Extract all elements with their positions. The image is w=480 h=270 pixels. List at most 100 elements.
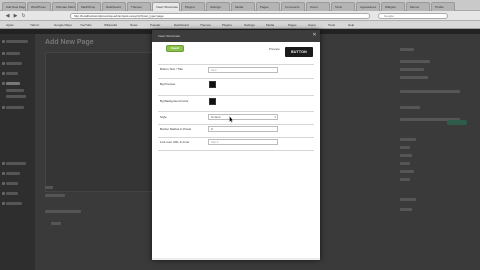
- bookmark-item[interactable]: Help: [348, 22, 354, 28]
- browser-tab-bar: Add New Page WordPress Ultimate Shortcod…: [0, 0, 480, 11]
- users-icon: [2, 182, 5, 185]
- browser-tab[interactable]: WordPress: [27, 2, 51, 11]
- sidebar-item[interactable]: [6, 202, 22, 205]
- bookmark-item[interactable]: Yahoo!: [30, 22, 39, 28]
- modal-title: Insert Shortcode: [158, 34, 181, 38]
- browser-tab[interactable]: Appearance: [356, 2, 380, 11]
- browser-tab[interactable]: Profile: [431, 2, 455, 11]
- panel-line: [400, 146, 410, 149]
- browser-tab-active[interactable]: Insert Shortcode: [152, 2, 180, 11]
- browser-tab[interactable]: Widgets: [381, 2, 405, 11]
- editor-area: [45, 52, 155, 192]
- settings-icon: [2, 202, 5, 205]
- forward-icon[interactable]: ▶: [12, 13, 19, 19]
- sidebar-item[interactable]: [6, 182, 18, 185]
- panel-line: [400, 60, 430, 63]
- bookmark-item[interactable]: Themes: [200, 22, 211, 28]
- select-value: Default: [211, 115, 221, 119]
- sidebar-item[interactable]: [6, 72, 18, 75]
- panel-line: [51, 222, 61, 225]
- field-label: Button Text / Title: [160, 67, 183, 71]
- insert-shortcode-modal: Insert Shortcode ✕ Insert Preview BUTTON…: [152, 30, 320, 260]
- bookmark-item[interactable]: Settings: [244, 22, 255, 28]
- bookmark-item[interactable]: Apple: [6, 22, 14, 28]
- browser-toolbar: ◀ ▶ ↻ http://localhost/wordpress/wp-admi…: [0, 11, 480, 21]
- bookmark-item[interactable]: Google Maps: [54, 22, 72, 28]
- sidebar-subitem[interactable]: [6, 89, 24, 92]
- field-label: Style: [160, 115, 167, 119]
- browser-tab[interactable]: Ultimate Shortcodes: [52, 2, 76, 11]
- style-select[interactable]: Default ▾: [208, 114, 278, 120]
- color-swatch[interactable]: [209, 98, 216, 105]
- border-radius-field[interactable]: 0: [208, 126, 278, 132]
- wp-right-sidebar: [400, 48, 475, 238]
- color-swatch[interactable]: [209, 81, 216, 88]
- chevron-down-icon: ▾: [274, 115, 276, 119]
- bookmark-item[interactable]: YouTube: [80, 22, 92, 28]
- bookmark-item[interactable]: Dashboard: [174, 22, 189, 28]
- panel-line: [400, 106, 420, 109]
- sidebar-item[interactable]: [6, 172, 20, 175]
- modal-footer: [152, 258, 320, 260]
- panel-line: [45, 210, 81, 213]
- browser-tab[interactable]: Themes: [127, 2, 151, 11]
- panel-line: [400, 154, 412, 157]
- sidebar-item[interactable]: [6, 52, 20, 55]
- browser-tab[interactable]: Users: [306, 2, 330, 11]
- sidebar-item[interactable]: [6, 106, 24, 109]
- browser-tab[interactable]: Plugins: [181, 2, 205, 11]
- browser-tab[interactable]: Add New Page: [2, 2, 26, 11]
- sidebar-item[interactable]: [6, 82, 20, 85]
- search-input[interactable]: Google: [378, 13, 448, 19]
- divider: [158, 150, 314, 151]
- panel-line: [400, 76, 428, 79]
- bookmark-item[interactable]: Tools: [328, 22, 335, 28]
- tools-icon: [2, 192, 5, 195]
- panel-line: [400, 68, 424, 71]
- browser-tab[interactable]: Settings: [206, 2, 230, 11]
- media-icon: [2, 62, 5, 65]
- browser-tab[interactable]: Tools: [331, 2, 355, 11]
- browser-tab[interactable]: Comments: [281, 2, 305, 11]
- insert-shortcode-button[interactable]: Insert: [166, 45, 184, 52]
- sidebar-subitem[interactable]: [6, 95, 26, 98]
- link-url-field[interactable]: http://: [208, 139, 278, 145]
- browser-tab[interactable]: Menus: [406, 2, 430, 11]
- panel-line: [400, 178, 410, 181]
- bookmark-item[interactable]: Media: [266, 22, 274, 28]
- pages-icon: [2, 82, 5, 85]
- preview-label: Preview: [269, 47, 280, 51]
- field-label: Bg Preview: [160, 82, 176, 86]
- posts-icon: [2, 52, 5, 55]
- sidebar-item[interactable]: [6, 62, 22, 65]
- preview-button-sample[interactable]: BUTTON: [285, 47, 313, 57]
- close-icon[interactable]: ✕: [311, 32, 318, 39]
- bookmark-item[interactable]: Popular: [150, 22, 160, 28]
- panel-line: [400, 48, 414, 51]
- dashboard-icon: [2, 40, 5, 43]
- browser-tab[interactable]: Pages: [256, 2, 280, 11]
- field-label: Link over URL & Inner: [160, 140, 190, 144]
- bookmark-item[interactable]: Wikipedia: [104, 22, 117, 28]
- button-text-field[interactable]: Text: [208, 67, 278, 73]
- panel-line: [400, 162, 410, 165]
- comments-icon: [2, 106, 5, 109]
- bookmark-item[interactable]: Users: [308, 22, 316, 28]
- back-icon[interactable]: ◀: [4, 13, 11, 19]
- sidebar-item[interactable]: [6, 162, 26, 165]
- divider: [158, 111, 314, 112]
- browser-tab[interactable]: MailChimp: [77, 2, 101, 11]
- reload-icon[interactable]: ↻: [20, 13, 27, 19]
- sidebar-item[interactable]: [6, 192, 18, 195]
- browser-tab[interactable]: Dashboard: [102, 2, 126, 11]
- browser-tab[interactable]: Media: [231, 2, 255, 11]
- panel-line: [400, 170, 414, 173]
- bookmark-item[interactable]: Plugins: [222, 22, 232, 28]
- bookmark-item[interactable]: News: [130, 22, 138, 28]
- modal-body: Insert Preview BUTTON Button Text / Titl…: [152, 42, 320, 260]
- address-bar[interactable]: http://localhost/wordpress/wp-admin/post…: [70, 13, 370, 19]
- sidebar-item[interactable]: [6, 40, 28, 43]
- bookmark-item[interactable]: Pages: [288, 22, 297, 28]
- publish-button[interactable]: [447, 120, 467, 125]
- wp-admin-sidebar: [0, 34, 35, 270]
